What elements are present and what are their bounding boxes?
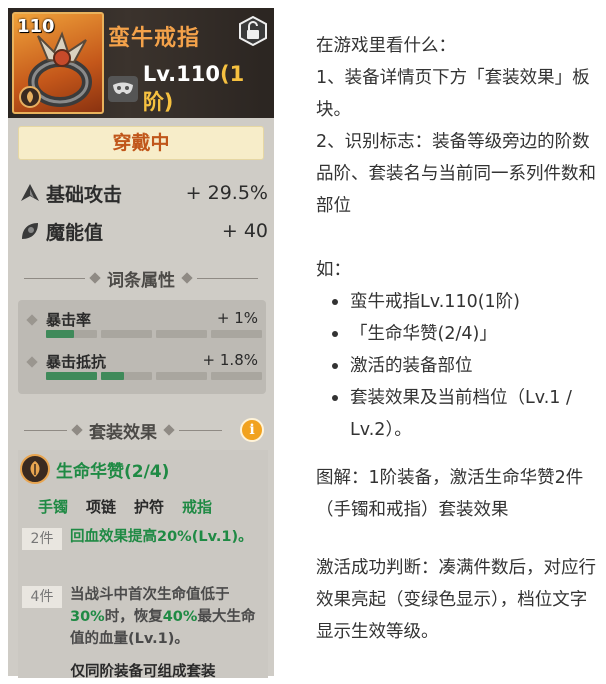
affix-roll-fill (101, 372, 124, 380)
level-row: Lv.110(1阶) (108, 62, 274, 116)
tier-description: 回血效果提高20%(Lv.1)。 (70, 529, 253, 545)
stat-row-magic: 魔能值 + 40 (18, 216, 268, 246)
affix-roll-segment (101, 330, 152, 338)
set-parts: 手镯 项链 护符 戒指 (38, 496, 212, 517)
article-text: 在游戏里看什么： 1、装备详情页下方「套装效果」板块。 2、识别标志：装备等级旁… (316, 30, 602, 648)
affix-name: 暴击率 (46, 311, 92, 329)
affix-roll-segment (101, 372, 152, 380)
mask-icon (108, 76, 138, 102)
set-part-amulet: 护符 (134, 498, 165, 516)
tier-description: 当战斗中首次生命值低于30%时，恢复40%最大生命值的血量(Lv.1)。 (70, 587, 256, 647)
affix-roll-segment (156, 330, 207, 338)
affix-roll-fill (46, 372, 97, 380)
example-list: 蛮牛戒指Lv.110(1阶) 「生命华赞(2/4)」 激活的装备部位 套装效果及… (316, 286, 602, 446)
article-example-label: 如： (316, 260, 351, 280)
article-point-2: 2、识别标志：装备等级旁边的阶数品阶、套装名与当前同一系列件数和部位 (316, 132, 596, 216)
set-part-necklace: 项链 (86, 498, 117, 516)
set-section-divider: 套装效果 (18, 418, 228, 443)
set-tier-4: 4件 当战斗中首次生命值低于30%时，恢复40%最大生命值的血量(Lv.1)。 (22, 584, 262, 650)
affix-roll-fill (46, 330, 75, 338)
leaf-emblem-icon (20, 454, 50, 484)
affix-roll-segment (46, 330, 97, 338)
diamond-icon (71, 424, 83, 436)
affix-list: 暴击率 + 1% 暴击抵抗 + 1.8% (18, 300, 266, 394)
stat-value: + 40 (221, 220, 268, 242)
stat-row-attack: 基础攻击 + 29.5% (18, 178, 268, 208)
equipped-status-badge: 穿戴中 (18, 126, 264, 160)
stat-name: 魔能值 (46, 221, 104, 244)
stat-value: + 29.5% (185, 182, 268, 204)
diamond-icon (181, 272, 193, 284)
magic-icon (22, 223, 38, 239)
affix-roll-segment (46, 372, 97, 380)
set-part-bracelet: 手镯 (38, 498, 69, 516)
item-body: 穿戴中 基础攻击 + 29.5% 魔能值 + 40 词条属性 暴击率 + 1% (8, 118, 274, 680)
leaf-emblem-icon (19, 86, 41, 108)
affix-roll-bars (46, 330, 262, 338)
list-item: 激活的装备部位 (316, 350, 602, 382)
set-part-ring: 戒指 (182, 498, 213, 516)
affix-roll-segment (211, 330, 262, 338)
affix-row: 暴击抵抗 + 1.8% (24, 350, 262, 390)
article-caption: 图解：1阶装备，激活生命华赞2件（手镯和戒指）套装效果 (316, 468, 584, 520)
list-item: 「生命华赞(2/4)」 (316, 318, 602, 350)
level-text: Lv.110 (142, 62, 220, 86)
tier-tag: 4件 (22, 586, 62, 608)
diamond-icon (26, 314, 38, 326)
list-item: 套装效果及当前档位（Lv.1 / Lv.2）。 (316, 382, 602, 446)
diamond-icon (26, 356, 38, 368)
affix-row: 暴击率 + 1% (24, 308, 262, 348)
diamond-icon (163, 424, 175, 436)
stat-name: 基础攻击 (46, 183, 123, 206)
affix-section-divider: 词条属性 (18, 266, 264, 291)
diamond-icon (89, 272, 101, 284)
affix-name: 暴击抵抗 (46, 353, 107, 371)
set-name: 生命华赞(2/4) (56, 461, 170, 482)
affix-roll-segment (211, 372, 262, 380)
list-item: 蛮牛戒指Lv.110(1阶) (316, 286, 602, 318)
article-point-1: 1、装备详情页下方「套装效果」板块。 (316, 68, 590, 120)
item-detail-card: 110 蛮牛戒指 Lv.110(1阶) 穿戴中 基础攻击 + 29.5% 魔能值… (8, 8, 274, 680)
affix-value: + 1.8% (202, 351, 258, 369)
affix-roll-bars (46, 372, 262, 380)
set-section-title: 套装效果 (89, 422, 157, 443)
item-icon[interactable]: 110 (12, 12, 104, 114)
affix-value: + 1% (216, 309, 258, 327)
set-tier-2: 2件 回血效果提高20%(Lv.1)。 (22, 526, 262, 550)
item-name: 蛮牛戒指 (108, 26, 201, 51)
tier-tag: 2件 (22, 528, 62, 550)
item-header: 110 蛮牛戒指 Lv.110(1阶) (8, 8, 274, 118)
attack-icon (21, 184, 39, 201)
affix-roll-segment (156, 372, 207, 380)
set-footer-note: 仅同阶装备可组成套装 (70, 664, 216, 680)
set-effect-panel: 生命华赞(2/4) 手镯 项链 护符 戒指 2件 回血效果提高20%(Lv.1)… (18, 450, 268, 680)
lock-open-icon[interactable] (238, 16, 268, 46)
affix-section-title: 词条属性 (107, 270, 175, 291)
info-icon[interactable]: i (240, 418, 264, 442)
article-conclusion: 激活成功判断：凑满件数后，对应行效果亮起（变绿色显示），档位文字显示生效等级。 (316, 558, 596, 642)
article-intro: 在游戏里看什么： (316, 36, 456, 56)
level-corner-label: 110 (17, 16, 55, 37)
